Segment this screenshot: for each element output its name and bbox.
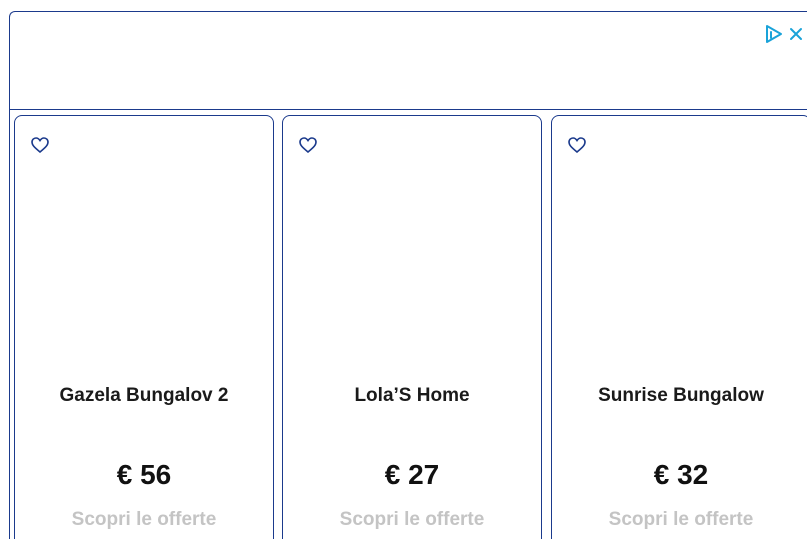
card-price: € 27: [384, 459, 440, 490]
hotel-card[interactable]: Sunrise Bungalow € 32 Scopri le offerte: [551, 115, 807, 539]
offers-link[interactable]: Scopri le offerte: [552, 509, 807, 531]
ad-header: [9, 11, 807, 110]
adchoices-icon[interactable]: [763, 23, 785, 45]
card-title: Lola’S Home: [354, 385, 470, 406]
heart-icon[interactable]: [298, 136, 318, 154]
card-price: € 32: [653, 459, 709, 490]
card-price: € 56: [116, 459, 172, 490]
offers-link[interactable]: Scopri le offerte: [283, 509, 541, 531]
ad-controls: [763, 23, 807, 45]
hotel-card[interactable]: Gazela Bungalov 2 € 56 Scopri le offerte: [14, 115, 274, 539]
close-icon[interactable]: [785, 23, 807, 45]
hotel-card[interactable]: Lola’S Home € 27 Scopri le offerte: [282, 115, 542, 539]
card-title: Sunrise Bungalow: [598, 385, 764, 406]
card-title: Gazela Bungalov 2: [59, 385, 229, 406]
heart-icon[interactable]: [30, 136, 50, 154]
heart-icon[interactable]: [567, 136, 587, 154]
offers-link[interactable]: Scopri le offerte: [15, 509, 273, 531]
